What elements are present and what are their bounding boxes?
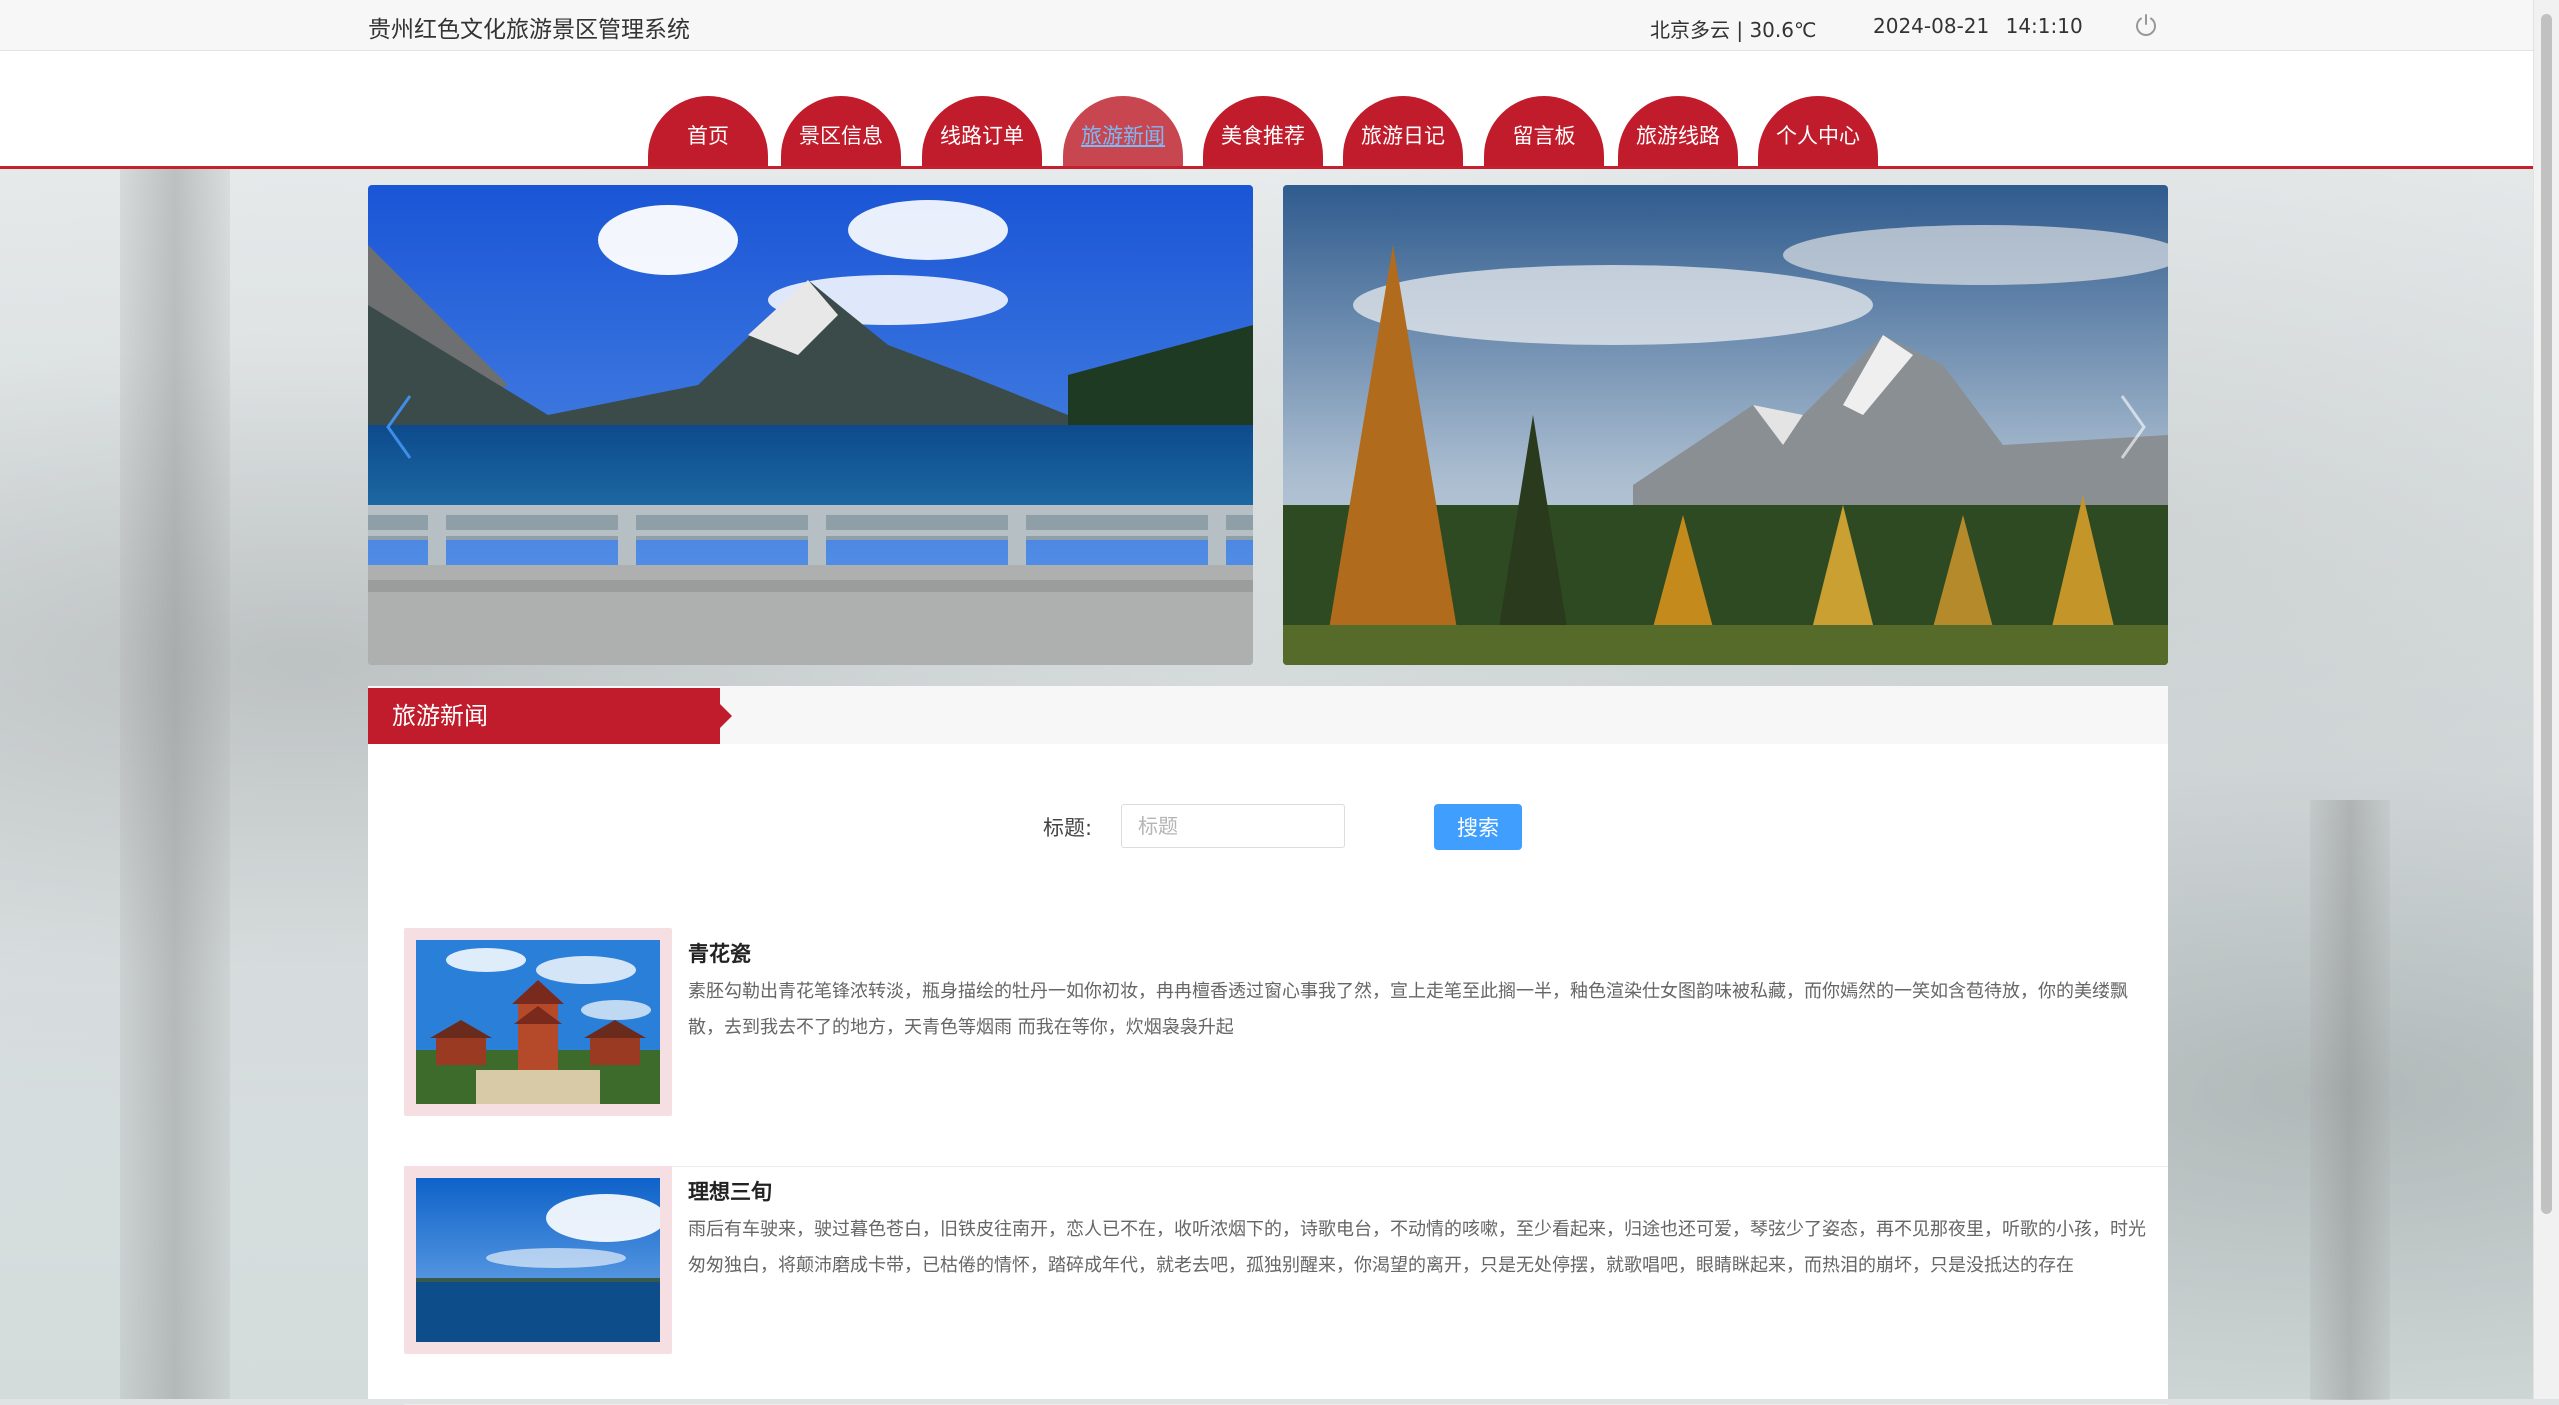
background-pillar <box>120 168 230 1399</box>
chevron-left-icon[interactable] <box>384 392 414 462</box>
nav-item-food-recommendations[interactable]: 美食推荐 <box>1203 96 1323 166</box>
news-item[interactable]: 理想三旬 雨后有车驶来，驶过暮色苍白，旧铁皮往南开，恋人已不在，收听浓烟下的，诗… <box>404 1166 2168 1405</box>
page-scrollbar[interactable] <box>2533 0 2559 1399</box>
news-thumbnail[interactable] <box>416 940 660 1104</box>
chevron-right-icon[interactable] <box>2118 392 2148 462</box>
search-label: 标题: <box>1043 816 1093 840</box>
power-icon[interactable] <box>2133 12 2159 38</box>
nav-item-message-board[interactable]: 留言板 <box>1484 96 1604 166</box>
weather-info: 北京多云 | 30.6℃ <box>1650 18 1817 42</box>
date: 2024-08-21 <box>1873 14 1990 38</box>
title-search-input[interactable] <box>1121 804 1345 848</box>
news-section-header: 旅游新闻 <box>368 686 2168 745</box>
time: 14:1:10 <box>2005 14 2083 38</box>
news-title[interactable]: 青花瓷 <box>688 938 751 968</box>
top-bar: 贵州红色文化旅游景区管理系统 北京多云 | 30.6℃ 2024-08-21 1… <box>0 0 2534 51</box>
news-title[interactable]: 理想三旬 <box>688 1176 772 1206</box>
carousel-slide-lake[interactable] <box>368 185 1253 665</box>
nav-item-personal-center[interactable]: 个人中心 <box>1758 96 1878 166</box>
news-item[interactable]: 青花瓷 素胚勾勒出青花笔锋浓转淡，瓶身描绘的牡丹一如你初妆，冉冉檀香透过窗心事我… <box>404 928 2168 1167</box>
system-title: 贵州红色文化旅游景区管理系统 <box>368 17 690 43</box>
news-thumbnail-frame <box>404 1166 672 1354</box>
nav-item-route-orders[interactable]: 线路订单 <box>922 96 1042 166</box>
news-section-title: 旅游新闻 <box>368 688 732 744</box>
carousel-slide-mountains[interactable] <box>1283 185 2168 665</box>
nav-item-home[interactable]: 首页 <box>648 96 768 166</box>
main-navigation: 首页 景区信息 线路订单 旅游新闻 美食推荐 旅游日记 留言板 旅游线路 个人中… <box>0 51 2534 169</box>
nav-item-travel-news[interactable]: 旅游新闻 <box>1063 96 1183 166</box>
background-pillar <box>2310 800 2390 1400</box>
nav-item-scenic-info[interactable]: 景区信息 <box>781 96 901 166</box>
news-description: 素胚勾勒出青花笔锋浓转淡，瓶身描绘的牡丹一如你初妆，冉冉檀香透过窗心事我了然，宣… <box>688 981 2128 1038</box>
news-content: 标题: 搜索 <box>368 744 2168 1405</box>
news-description: 雨后有车驶来，驶过暮色苍白，旧铁皮往南开，恋人已不在，收听浓烟下的，诗歌电台，不… <box>688 1219 2146 1276</box>
search-button[interactable]: 搜索 <box>1434 804 1522 850</box>
date-time: 2024-08-21 14:1:10 <box>1873 14 2083 38</box>
nav-item-travel-diary[interactable]: 旅游日记 <box>1343 96 1463 166</box>
news-thumbnail-frame <box>404 928 672 1116</box>
news-thumbnail[interactable] <box>416 1178 660 1342</box>
nav-item-travel-routes[interactable]: 旅游线路 <box>1618 96 1738 166</box>
scrollbar-thumb[interactable] <box>2541 14 2552 1214</box>
